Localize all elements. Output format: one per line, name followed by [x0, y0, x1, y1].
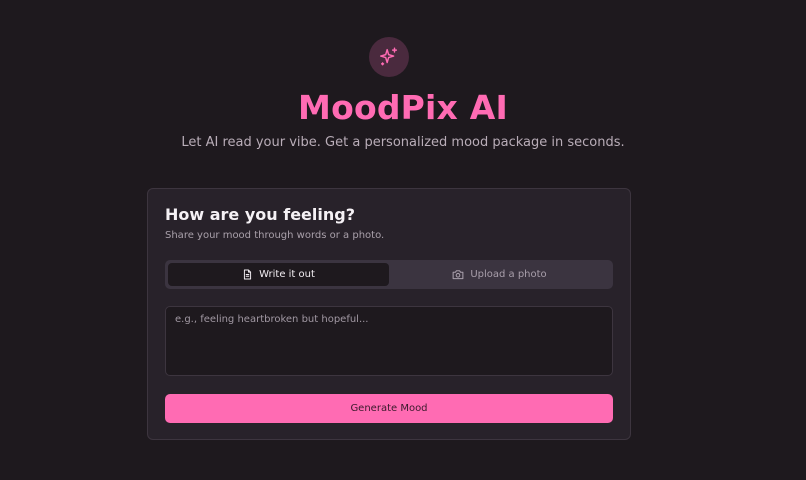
mood-card: How are you feeling? Share your mood thr…	[147, 188, 631, 440]
logo-badge	[369, 37, 409, 77]
document-icon	[244, 269, 252, 280]
generate-mood-button[interactable]: Generate Mood	[165, 394, 613, 423]
mood-text-input[interactable]	[165, 306, 613, 376]
card-title: How are you feeling?	[165, 205, 355, 224]
tab-upload-a-photo[interactable]: Upload a photo	[389, 263, 610, 286]
tab-write-it-out[interactable]: Write it out	[168, 263, 389, 286]
sparkles-icon	[380, 47, 398, 66]
tab-label: Upload a photo	[470, 268, 547, 280]
app-title: MoodPix AI	[298, 88, 508, 127]
tab-label: Write it out	[259, 268, 315, 280]
page: MoodPix AI Let AI read your vibe. Get a …	[0, 0, 806, 480]
camera-icon	[452, 270, 464, 280]
card-subtitle: Share your mood through words or a photo…	[165, 230, 385, 241]
input-mode-tabs: Write it out Upload a photo	[165, 260, 613, 289]
tagline: Let AI read your vibe. Get a personalize…	[181, 135, 625, 150]
